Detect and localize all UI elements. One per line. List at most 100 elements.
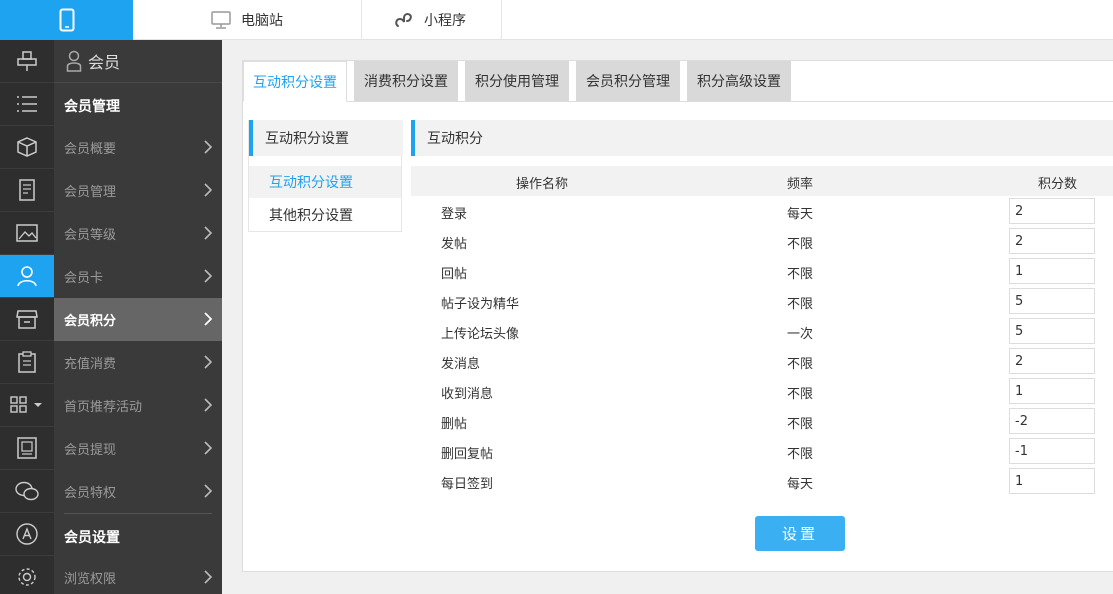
mini-program-tab[interactable]: 小程序 [362, 0, 502, 40]
table-row: 删帖 不限 [411, 406, 1113, 436]
plugin-icon [17, 51, 37, 71]
sidebar-item-label: 会员特权 [64, 486, 117, 501]
sidebar-item-home-recommend[interactable]: 首页推荐活动 [54, 384, 222, 427]
pc-site-label: 电脑站 [241, 13, 283, 29]
app-store-icon [16, 523, 38, 545]
points-input[interactable] [1009, 378, 1095, 404]
frequency: 不限 [787, 417, 814, 432]
chevron-right-icon [204, 226, 212, 240]
table-header: 操作名称 频率 积分数 [411, 166, 1113, 196]
chevron-right-icon [204, 484, 212, 498]
points-input[interactable] [1009, 288, 1095, 314]
sidebar-item-withdraw[interactable]: 会员提现 [54, 427, 222, 470]
operation-name: 回帖 [441, 267, 468, 282]
sidebar-item-label: 首页推荐活动 [64, 400, 143, 415]
frequency: 不限 [787, 237, 814, 252]
points-input[interactable] [1009, 258, 1095, 284]
image-icon [16, 224, 38, 242]
points-input[interactable] [1009, 318, 1095, 344]
sidebar-item-browse-permission[interactable]: 浏览权限 [54, 556, 222, 594]
grid-icon [10, 396, 42, 413]
operation-name: 发帖 [441, 237, 468, 252]
table-row: 发消息 不限 [411, 346, 1113, 376]
rail-clipboard[interactable] [0, 341, 54, 384]
chevron-right-icon [204, 570, 212, 584]
sidebar-item-label: 会员积分 [64, 314, 117, 329]
points-input[interactable] [1009, 228, 1095, 254]
rail-document[interactable] [0, 169, 54, 212]
sidebar-item-member-level[interactable]: 会员等级 [54, 212, 222, 255]
mobile-phone-icon [59, 8, 74, 32]
points-panel: 互动积分 操作名称 频率 积分数 登录 每天 发帖 不限 回帖 不限 [411, 120, 1113, 560]
chevron-right-icon [204, 441, 212, 455]
table-row: 登录 每天 [411, 196, 1113, 226]
rail-store[interactable] [0, 298, 54, 341]
tab-advanced-points[interactable]: 积分高级设置 [687, 61, 791, 101]
points-input[interactable] [1009, 408, 1095, 434]
points-input[interactable] [1009, 438, 1095, 464]
rail-settings[interactable] [0, 556, 54, 594]
pc-site-tab[interactable]: 电脑站 [133, 0, 362, 40]
mini-program-icon [395, 13, 412, 27]
sidebar-group-member-management: 会员管理 [64, 99, 120, 115]
header-frequency: 频率 [787, 177, 814, 192]
header-points: 积分数 [1038, 177, 1078, 192]
operation-name: 删帖 [441, 417, 468, 432]
sidebar-item-privileges[interactable]: 会员特权 [54, 470, 222, 513]
table-row: 帖子设为精华 不限 [411, 286, 1113, 316]
tab-member-points-management[interactable]: 会员积分管理 [576, 61, 680, 101]
sidebar-group-member-settings: 会员设置 [64, 530, 120, 546]
mini-program-label: 小程序 [424, 13, 466, 29]
chevron-right-icon [204, 312, 212, 326]
operation-name: 删回复帖 [441, 447, 494, 462]
sidebar-item-recharge[interactable]: 充值消费 [54, 341, 222, 384]
subnav-item-interactive-points[interactable]: 互动积分设置 [249, 166, 401, 198]
frequency: 不限 [787, 267, 814, 282]
frequency: 每天 [787, 207, 814, 222]
sidebar-item-label: 会员管理 [64, 185, 117, 200]
monitor-icon [211, 11, 231, 29]
frequency: 不限 [787, 357, 814, 372]
rail-picture[interactable] [0, 427, 54, 470]
rail-member[interactable] [0, 255, 54, 298]
picture-frame-icon [17, 437, 37, 459]
rail-image[interactable] [0, 212, 54, 255]
sidebar-header: 会员 [54, 40, 222, 83]
tab-interactive-points[interactable]: 互动积分设置 [243, 61, 347, 102]
table-row: 回帖 不限 [411, 256, 1113, 286]
frequency: 每天 [787, 477, 814, 492]
points-input[interactable] [1009, 348, 1095, 374]
points-input[interactable] [1009, 468, 1095, 494]
store-icon [16, 310, 38, 329]
tab-consumption-points[interactable]: 消费积分设置 [354, 61, 458, 101]
sidebar-item-member-management[interactable]: 会员管理 [54, 169, 222, 212]
panel-title: 互动积分 [411, 120, 1113, 156]
rail-list[interactable] [0, 83, 54, 126]
header-operation-name: 操作名称 [516, 177, 569, 192]
subnav-item-other-points[interactable]: 其他积分设置 [249, 199, 401, 231]
sidebar-item-member-card[interactable]: 会员卡 [54, 255, 222, 298]
gear-icon [18, 568, 36, 586]
frequency: 不限 [787, 447, 814, 462]
rail-apps[interactable] [0, 384, 54, 427]
wechat-icon [15, 481, 39, 501]
sidebar-item-member-points[interactable]: 会员积分 [54, 298, 222, 341]
sidebar-item-member-overview[interactable]: 会员概要 [54, 126, 222, 169]
rail-appstore[interactable] [0, 513, 54, 556]
rail-plugin[interactable] [0, 40, 54, 83]
rail-wechat[interactable] [0, 470, 54, 513]
chevron-right-icon [204, 398, 212, 412]
sidebar: 会员 会员管理 会员概要 会员管理 会员等级 会员卡 会员积分 充值消费 首页推… [54, 40, 222, 594]
save-settings-button[interactable]: 设置 [755, 516, 845, 551]
operation-name: 上传论坛头像 [441, 327, 520, 342]
operation-name: 帖子设为精华 [441, 297, 520, 312]
mobile-site-tab[interactable] [0, 0, 133, 40]
rail-box[interactable] [0, 126, 54, 169]
cube-icon [17, 137, 37, 157]
top-bar: 电脑站 小程序 [0, 0, 1113, 40]
operation-name: 发消息 [441, 357, 481, 372]
sidebar-item-label: 会员概要 [64, 142, 117, 157]
tab-points-usage[interactable]: 积分使用管理 [465, 61, 569, 101]
clipboard-icon [18, 351, 36, 373]
points-input[interactable] [1009, 198, 1095, 224]
